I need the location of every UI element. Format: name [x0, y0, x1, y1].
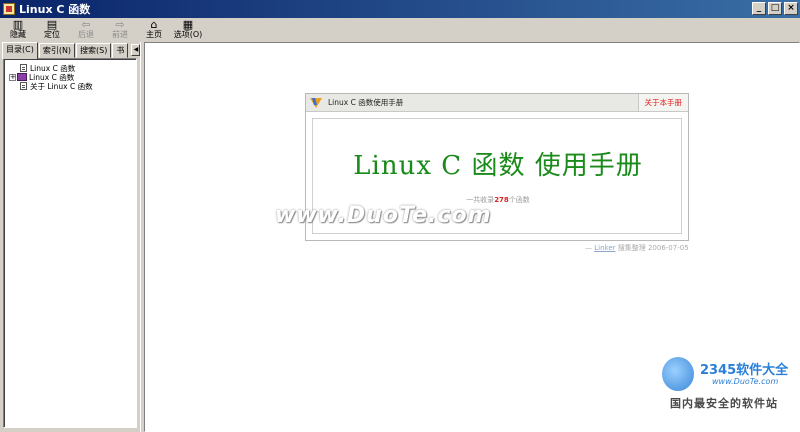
options-button[interactable]: ▦ 选项(O)	[172, 18, 204, 40]
window-title: Linux C 函数	[19, 3, 91, 16]
contents-tree[interactable]: Linux C 函数 + Linux C 函数 关于 Linux C 函数	[3, 58, 137, 428]
hide-pane-icon: ▥	[12, 18, 24, 31]
tab-search[interactable]: 搜索(S)	[76, 43, 112, 58]
duote-watermark: www.DuoTe.com	[275, 203, 492, 228]
credits-line: — Linker 搜集整理 2006-07-05	[585, 244, 689, 252]
author-link[interactable]: Linker	[594, 244, 615, 252]
minimize-button[interactable]: _	[752, 2, 766, 15]
tab-contents[interactable]: 目录(C)	[2, 42, 38, 59]
title-bar: Linux C 函数 _ □ ×	[0, 0, 800, 18]
forward-button[interactable]: ⇨ 前进	[104, 18, 136, 40]
toolbar: ▥ 隐藏 ▤ 定位 ⇦ 后退 ⇨ 前进 ⌂ 主页 ▦ 选项(O)	[0, 18, 800, 42]
home-icon: ⌂	[150, 18, 158, 31]
home-button[interactable]: ⌂ 主页	[138, 18, 170, 40]
brand-url: www.DuoTe.com	[712, 377, 779, 386]
manual-header-title: Linux C 函数使用手册	[328, 98, 404, 107]
logo-icon	[310, 97, 322, 109]
window-controls: _ □ ×	[752, 2, 798, 15]
corner-watermark: 2345软件大全 www.DuoTe.com 国内最安全的软件站	[660, 355, 799, 429]
back-button[interactable]: ⇦ 后退	[70, 18, 102, 40]
locate-icon: ▤	[46, 18, 58, 31]
app-icon	[3, 3, 15, 15]
brand-text: 2345软件大全	[700, 363, 789, 378]
tab-bookmarks[interactable]: 书	[112, 43, 129, 58]
navigation-pane: 目录(C) 索引(N) 搜索(S) 书 ◀ ▶ Linux C 函数 + Lin…	[0, 42, 150, 432]
maximize-button[interactable]: □	[768, 2, 782, 15]
back-arrow-icon: ⇦	[81, 18, 91, 31]
options-icon: ▦	[182, 18, 194, 31]
expand-icon[interactable]: +	[9, 73, 16, 81]
page-icon	[20, 64, 27, 72]
slogan-text: 国内最安全的软件站	[670, 397, 778, 410]
tree-item[interactable]: 关于 Linux C 函数	[20, 81, 93, 91]
tab-index[interactable]: 索引(N)	[38, 43, 76, 58]
manual-header: Linux C 函数使用手册 关于本手册	[306, 94, 688, 112]
close-button[interactable]: ×	[784, 2, 798, 15]
locate-button[interactable]: ▤ 定位	[36, 18, 68, 40]
content-pane: Linux C 函数使用手册 关于本手册 Linux C 函数 使用手册 一共收…	[144, 42, 800, 432]
manual-title: Linux C 函数 使用手册	[353, 151, 643, 181]
forward-arrow-icon: ⇨	[115, 18, 125, 31]
about-manual-link[interactable]: 关于本手册	[637, 94, 688, 111]
book-icon	[17, 73, 27, 81]
mascot-icon	[662, 357, 694, 391]
page-icon	[20, 82, 27, 90]
nav-tabs: 目录(C) 索引(N) 搜索(S) 书 ◀ ▶	[2, 42, 150, 59]
hide-button[interactable]: ▥ 隐藏	[2, 18, 34, 40]
